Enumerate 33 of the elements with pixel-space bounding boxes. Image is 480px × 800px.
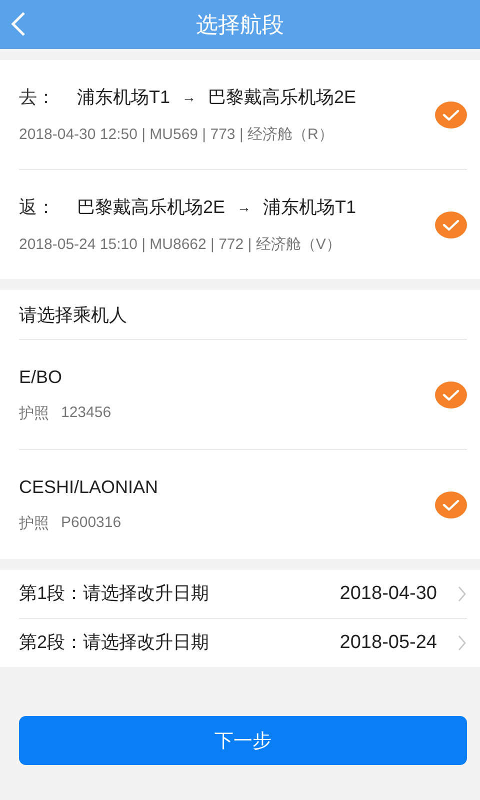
date-value: 2018-05-24: [340, 632, 437, 654]
back-button[interactable]: [10, 11, 26, 37]
airport-name: 浦东机场T1: [77, 86, 170, 109]
date-row[interactable]: 第1段：请选择改升日期 2018-04-30: [19, 570, 467, 618]
checkmark-icon[interactable]: [435, 380, 467, 408]
date-row-label: 第1段：请选择改升日期: [19, 583, 210, 605]
chevron-icon: [457, 634, 467, 652]
date-row-label: 第2段：请选择改升日期: [19, 632, 210, 654]
checkmark-icon[interactable]: [435, 210, 467, 238]
back-icon: [10, 11, 26, 37]
checkmark-icon[interactable]: [435, 490, 467, 518]
page-title: 选择航段: [196, 10, 284, 38]
checkmark-icon[interactable]: [435, 100, 467, 128]
date-value: 2018-04-30: [340, 582, 437, 606]
flight-details: 2018-04-30 12:50 | MU569 | 773 | 经济舱（R）: [19, 125, 334, 144]
direction-label: 返：: [19, 196, 55, 219]
arrow-glyph: →: [182, 89, 196, 105]
date-row[interactable]: 第2段：请选择改升日期 2018-05-24: [19, 618, 467, 667]
id-type: 护照: [19, 404, 49, 422]
airport-name: 浦东机场T1: [263, 196, 356, 219]
airport-name: 巴黎戴高乐机场2E: [77, 196, 226, 219]
chevron-icon: [457, 585, 467, 603]
direction-label: 去：: [19, 86, 55, 109]
next-button[interactable]: 下一步: [19, 716, 467, 765]
arrow-glyph: →: [237, 199, 252, 215]
id-number: 123456: [61, 404, 112, 422]
passenger-name: E/BO: [19, 366, 64, 388]
passenger-name: CESHI/LAONIAN: [19, 476, 160, 498]
section-heading: 请选择乘机人: [19, 304, 127, 326]
id-number: P600316: [61, 514, 122, 532]
airport-name: 巴黎戴高乐机场2E: [208, 86, 356, 109]
flight-details: 2018-05-24 15:10 | MU8662 | 772 | 经济舱（V）: [19, 235, 342, 254]
id-type: 护照: [19, 514, 49, 532]
